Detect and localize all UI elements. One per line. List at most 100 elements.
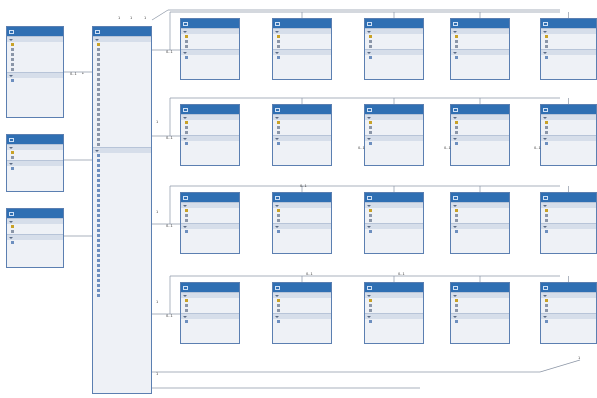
entity-header[interactable]	[7, 27, 63, 36]
collapse-triangle-icon[interactable]	[9, 38, 13, 41]
collapse-triangle-icon[interactable]	[183, 204, 187, 207]
navigation-property-row[interactable]	[273, 141, 331, 146]
collapse-triangle-icon[interactable]	[95, 38, 99, 41]
entity-r4c2[interactable]	[272, 282, 332, 344]
entity-header[interactable]	[541, 193, 596, 202]
collapse-triangle-icon[interactable]	[9, 236, 13, 239]
relationship-line[interactable]	[151, 9, 169, 21]
entity-header[interactable]	[7, 209, 63, 218]
entity-header[interactable]	[541, 19, 596, 28]
collapse-triangle-icon[interactable]	[367, 137, 371, 140]
navigation-property-row[interactable]	[451, 319, 509, 324]
collapse-triangle-icon[interactable]	[367, 30, 371, 33]
entity-r4c5[interactable]	[540, 282, 597, 344]
navigation-property-row[interactable]	[451, 229, 509, 234]
collapse-triangle-icon[interactable]	[275, 204, 279, 207]
entity-r1c1[interactable]	[180, 18, 240, 80]
entity-r3c1[interactable]	[180, 192, 240, 254]
entity-e-center[interactable]	[92, 26, 152, 394]
entity-r1c4[interactable]	[450, 18, 510, 80]
collapse-triangle-icon[interactable]	[367, 51, 371, 54]
entity-header[interactable]	[541, 105, 596, 114]
navigation-property-row[interactable]	[451, 55, 509, 60]
entity-e-left-2[interactable]	[6, 134, 64, 192]
entity-header[interactable]	[181, 19, 239, 28]
entity-r3c4[interactable]	[450, 192, 510, 254]
entity-r2c1[interactable]	[180, 104, 240, 166]
entity-header[interactable]	[7, 135, 63, 144]
entity-header[interactable]	[181, 283, 239, 292]
collapse-triangle-icon[interactable]	[453, 204, 457, 207]
collapse-triangle-icon[interactable]	[453, 225, 457, 228]
collapse-triangle-icon[interactable]	[453, 137, 457, 140]
navigation-property-row[interactable]	[365, 229, 423, 234]
collapse-triangle-icon[interactable]	[9, 146, 13, 149]
entity-r2c2[interactable]	[272, 104, 332, 166]
entity-r3c3[interactable]	[364, 192, 424, 254]
collapse-triangle-icon[interactable]	[543, 294, 547, 297]
navigation-property-row[interactable]	[181, 55, 239, 60]
entity-header[interactable]	[273, 105, 331, 114]
entity-header[interactable]	[365, 193, 423, 202]
collapse-triangle-icon[interactable]	[9, 162, 13, 165]
entity-r4c3[interactable]	[364, 282, 424, 344]
collapse-triangle-icon[interactable]	[367, 116, 371, 119]
entity-r4c4[interactable]	[450, 282, 510, 344]
entity-r1c2[interactable]	[272, 18, 332, 80]
navigation-property-row[interactable]	[7, 78, 63, 83]
entity-r3c5[interactable]	[540, 192, 597, 254]
collapse-triangle-icon[interactable]	[543, 30, 547, 33]
collapse-triangle-icon[interactable]	[453, 51, 457, 54]
collapse-triangle-icon[interactable]	[543, 51, 547, 54]
entity-header[interactable]	[365, 19, 423, 28]
navigation-property-row[interactable]	[181, 319, 239, 324]
collapse-triangle-icon[interactable]	[543, 204, 547, 207]
navigation-property-row[interactable]	[365, 319, 423, 324]
collapse-triangle-icon[interactable]	[183, 315, 187, 318]
entity-r4c1[interactable]	[180, 282, 240, 344]
navigation-property-row[interactable]	[541, 55, 596, 60]
collapse-triangle-icon[interactable]	[453, 30, 457, 33]
entity-header[interactable]	[273, 283, 331, 292]
collapse-triangle-icon[interactable]	[367, 315, 371, 318]
navigation-property-row[interactable]	[93, 293, 151, 298]
navigation-property-row[interactable]	[7, 166, 63, 171]
entity-header[interactable]	[365, 283, 423, 292]
collapse-triangle-icon[interactable]	[9, 74, 13, 77]
entity-header[interactable]	[273, 193, 331, 202]
relationship-line[interactable]	[539, 359, 581, 373]
navigation-property-row[interactable]	[451, 141, 509, 146]
navigation-property-row[interactable]	[541, 141, 596, 146]
navigation-property-row[interactable]	[541, 229, 596, 234]
navigation-property-row[interactable]	[365, 141, 423, 146]
entity-e-left-3[interactable]	[6, 208, 64, 268]
collapse-triangle-icon[interactable]	[543, 116, 547, 119]
entity-e-left-1[interactable]	[6, 26, 64, 118]
collapse-triangle-icon[interactable]	[275, 30, 279, 33]
collapse-triangle-icon[interactable]	[275, 315, 279, 318]
entity-header[interactable]	[451, 19, 509, 28]
collapse-triangle-icon[interactable]	[183, 137, 187, 140]
entity-header[interactable]	[273, 19, 331, 28]
entity-r2c5[interactable]	[540, 104, 597, 166]
navigation-property-row[interactable]	[273, 55, 331, 60]
navigation-property-row[interactable]	[181, 141, 239, 146]
collapse-triangle-icon[interactable]	[453, 116, 457, 119]
collapse-triangle-icon[interactable]	[275, 294, 279, 297]
navigation-property-row[interactable]	[365, 55, 423, 60]
collapse-triangle-icon[interactable]	[367, 204, 371, 207]
entity-r3c2[interactable]	[272, 192, 332, 254]
navigation-property-row[interactable]	[273, 319, 331, 324]
collapse-triangle-icon[interactable]	[275, 51, 279, 54]
entity-header[interactable]	[451, 105, 509, 114]
collapse-triangle-icon[interactable]	[183, 116, 187, 119]
entity-header[interactable]	[451, 193, 509, 202]
collapse-triangle-icon[interactable]	[275, 225, 279, 228]
entity-header[interactable]	[541, 283, 596, 292]
entity-header[interactable]	[181, 105, 239, 114]
collapse-triangle-icon[interactable]	[543, 225, 547, 228]
entity-r1c5[interactable]	[540, 18, 597, 80]
collapse-triangle-icon[interactable]	[453, 294, 457, 297]
collapse-triangle-icon[interactable]	[183, 294, 187, 297]
entity-header[interactable]	[365, 105, 423, 114]
